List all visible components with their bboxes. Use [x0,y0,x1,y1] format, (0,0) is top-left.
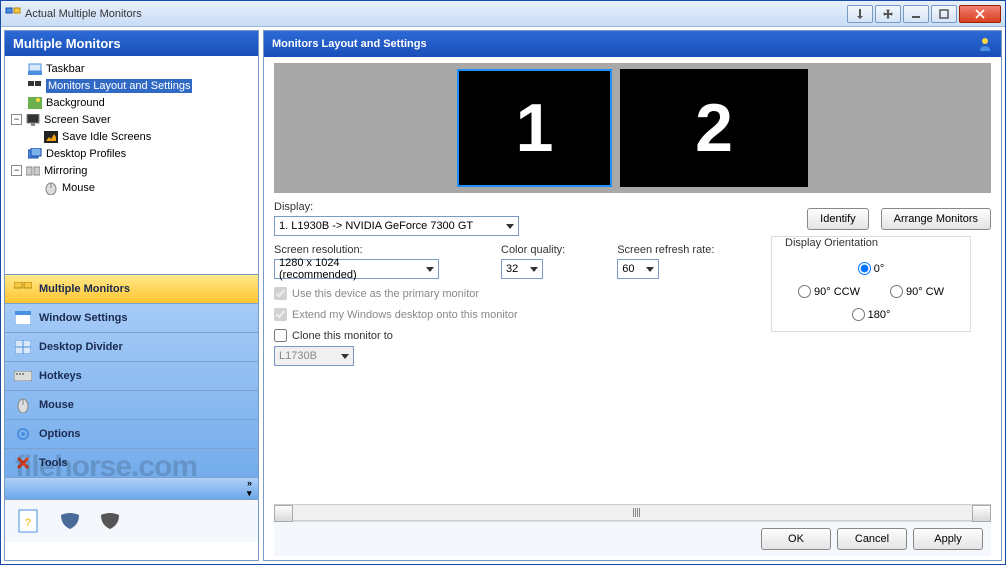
monitors-icon [27,79,43,93]
colorq-select[interactable]: 32 [501,259,543,279]
screensaver-icon [25,113,41,127]
mouse-icon [13,396,33,414]
help-icon[interactable]: ? [15,506,45,536]
nav-options[interactable]: Options [5,420,258,449]
main-window: Actual Multiple Monitors Multiple Monito… [0,0,1006,565]
titlebar[interactable]: Actual Multiple Monitors [1,1,1005,27]
cancel-button[interactable]: Cancel [837,528,907,550]
display-label: Display: [274,201,795,213]
colorq-label: Color quality: [501,244,565,256]
move-icon[interactable] [875,5,901,23]
window-icon [13,309,33,327]
tree-item-background[interactable]: Background [5,94,258,111]
background-icon [27,96,43,110]
tree-item-desktop-profiles[interactable]: Desktop Profiles [5,145,258,162]
resolution-label: Screen resolution: [274,244,439,256]
identify-button[interactable]: Identify [807,208,868,230]
orientation-group: Display Orientation 0° 90° CCW 90° CW 180… [771,236,971,332]
monitor-2[interactable]: 2 [620,69,808,187]
window-title: Actual Multiple Monitors [25,8,847,20]
pin-icon[interactable] [847,5,873,23]
mouse-icon [43,181,59,195]
clone-target-select: L1730B [274,346,354,366]
maximize-icon[interactable] [931,5,957,23]
taskbar-icon [27,62,43,76]
tree-item-screensaver[interactable]: −Screen Saver [5,111,258,128]
sidebar: Multiple Monitors Taskbar Monitors Layou… [4,30,259,561]
arrange-monitors-button[interactable]: Arrange Monitors [881,208,991,230]
display-select[interactable]: 1. L1930B -> NVIDIA GeForce 7300 GT [274,216,519,236]
minimize-icon[interactable] [903,5,929,23]
tree-item-mirroring[interactable]: −Mirroring [5,162,258,179]
monitors-icon [13,280,33,298]
chevron-down-icon: »▾ [247,478,252,499]
mirroring-icon [25,164,41,178]
ok-button[interactable]: OK [761,528,831,550]
nav-buttons: Multiple Monitors Window Settings Deskto… [5,274,258,500]
monitor-preview[interactable]: 1 2 [274,63,991,193]
svg-text:?: ? [25,517,32,529]
tools-icon [13,454,33,472]
gear-icon [13,425,33,443]
page-title: Monitors Layout and Settings [272,38,427,50]
close-icon[interactable] [959,5,1001,23]
nav-hotkeys[interactable]: Hotkeys [5,362,258,391]
nav-desktop-divider[interactable]: Desktop Divider [5,333,258,362]
refresh-select[interactable]: 60 [617,259,659,279]
save-idle-icon [43,130,59,144]
resolution-select[interactable]: 1280 x 1024 (recommended) [274,259,439,279]
bottom-toolbar: filehorse.com ? [5,500,258,542]
tree-item-taskbar[interactable]: Taskbar [5,60,258,77]
nav-multiple-monitors[interactable]: Multiple Monitors [5,275,258,304]
monitor-1[interactable]: 1 [457,69,612,187]
mask-icon[interactable] [55,506,85,536]
orient-90cw[interactable]: 90° CW [890,285,944,298]
tree-item-monitors-layout[interactable]: Monitors Layout and Settings [5,77,258,94]
orient-90ccw[interactable]: 90° CCW [798,285,860,298]
tree-view: Taskbar Monitors Layout and Settings Bac… [5,56,258,274]
nav-mouse[interactable]: Mouse [5,391,258,420]
tree-item-mouse[interactable]: Mouse [5,179,258,196]
sidebar-header: Multiple Monitors [5,31,258,56]
nav-tools[interactable]: Tools [5,449,258,478]
tree-item-save-idle[interactable]: Save Idle Screens [5,128,258,145]
mask-dark-icon[interactable] [95,506,125,536]
dialog-buttons: OK Cancel Apply [274,521,991,556]
orient-0[interactable]: 0° [858,262,885,275]
orientation-label: Display Orientation [782,237,881,249]
user-icon[interactable] [977,36,993,52]
refresh-label: Screen refresh rate: [617,244,714,256]
divider-icon [13,338,33,356]
orient-180[interactable]: 180° [852,308,891,321]
main-panel: Monitors Layout and Settings 1 2 Display… [263,30,1002,561]
horizontal-scrollbar[interactable] [274,504,991,521]
nav-more[interactable]: »▾ [5,478,258,500]
collapse-icon[interactable]: − [11,114,22,125]
collapse-icon[interactable]: − [11,165,22,176]
nav-window-settings[interactable]: Window Settings [5,304,258,333]
apply-button[interactable]: Apply [913,528,983,550]
profiles-icon [27,147,43,161]
keyboard-icon [13,367,33,385]
app-icon [5,6,21,22]
main-header: Monitors Layout and Settings [264,31,1001,57]
